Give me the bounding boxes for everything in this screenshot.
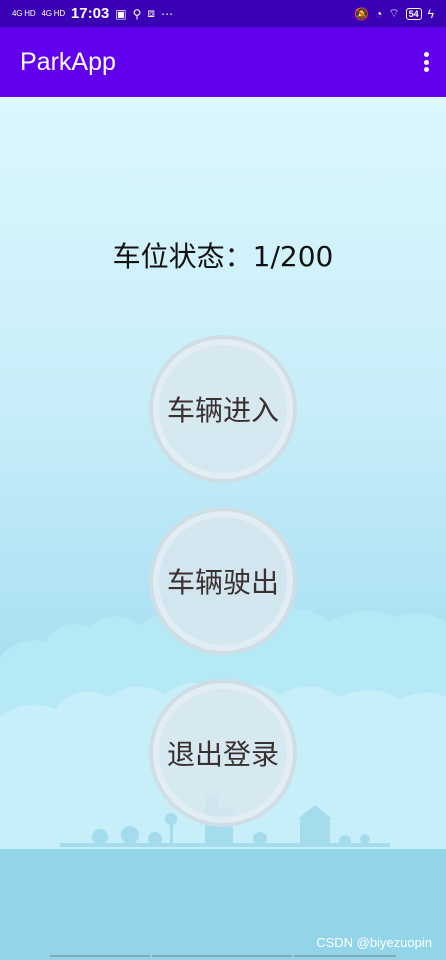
screenshot-icon: ⧈ [147, 6, 156, 20]
notification-icon: ▣ [115, 6, 127, 21]
status-bar-right: 🔕 ◔ ⌔ 54 ϟ [354, 6, 434, 21]
logout-button[interactable]: 退出登录 [149, 679, 297, 827]
vehicle-enter-button[interactable]: 车辆进入 [149, 335, 297, 483]
charging-icon: ϟ [427, 6, 434, 21]
usb-icon: ⚲ [132, 6, 142, 21]
alarm-icon: ◔ [375, 6, 383, 21]
mute-icon: 🔕 [354, 6, 370, 21]
status-bar: 4G HD 4G HD 17:03 ▣ ⚲ ⧈ ⋯ 🔕 ◔ ⌔ 54 ϟ [0, 0, 446, 27]
clock: 17:03 [70, 5, 110, 22]
main-content: 车位状态：1/200 车辆进入 车辆驶出 退出登录 CSDN @biyezuop… [0, 97, 446, 960]
signal-icon-2: 4G HD [41, 8, 65, 18]
parking-status-label: 车位状态：1/200 [112, 240, 334, 273]
app-bar: ParkApp [0, 27, 446, 97]
app-title: ParkApp [20, 47, 116, 76]
more-icon: ⋯ [161, 6, 174, 21]
status-bar-left: 4G HD 4G HD 17:03 ▣ ⚲ ⧈ ⋯ [12, 5, 173, 22]
wifi-icon: ⌔ [388, 6, 400, 20]
battery-icon: 54 [405, 7, 422, 20]
watermark: CSDN @biyezuopin [316, 935, 432, 950]
vehicle-exit-button[interactable]: 车辆驶出 [149, 507, 297, 655]
overflow-menu-icon[interactable] [418, 50, 434, 74]
signal-icon: 4G HD [12, 8, 36, 18]
